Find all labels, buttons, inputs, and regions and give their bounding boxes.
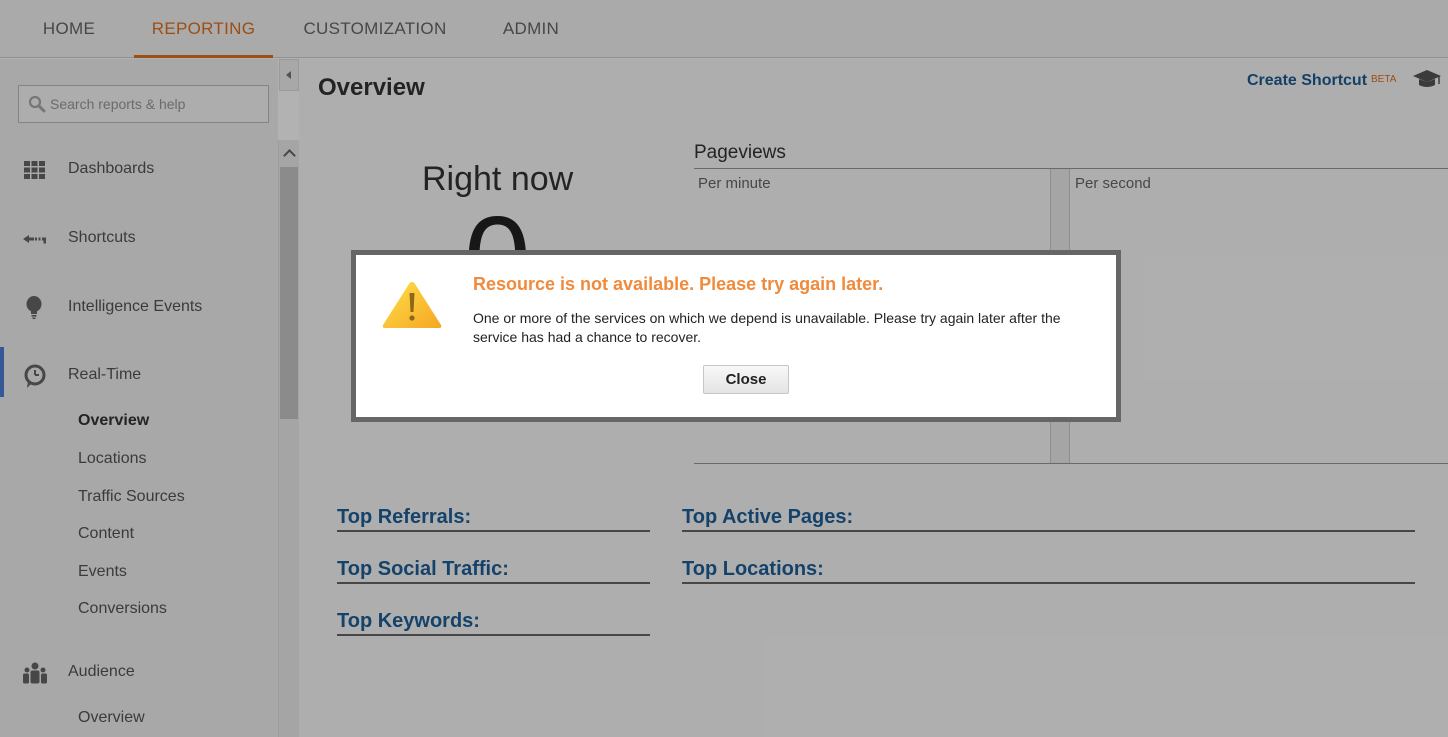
warning-icon <box>382 282 442 328</box>
dialog-message: One or more of the services on which we … <box>473 310 1061 345</box>
dialog-title: Resource is not available. Please try ag… <box>473 274 884 294</box>
error-dialog: Resource is not available. Please try ag… <box>351 250 1121 422</box>
close-button[interactable]: Close <box>703 365 789 394</box>
